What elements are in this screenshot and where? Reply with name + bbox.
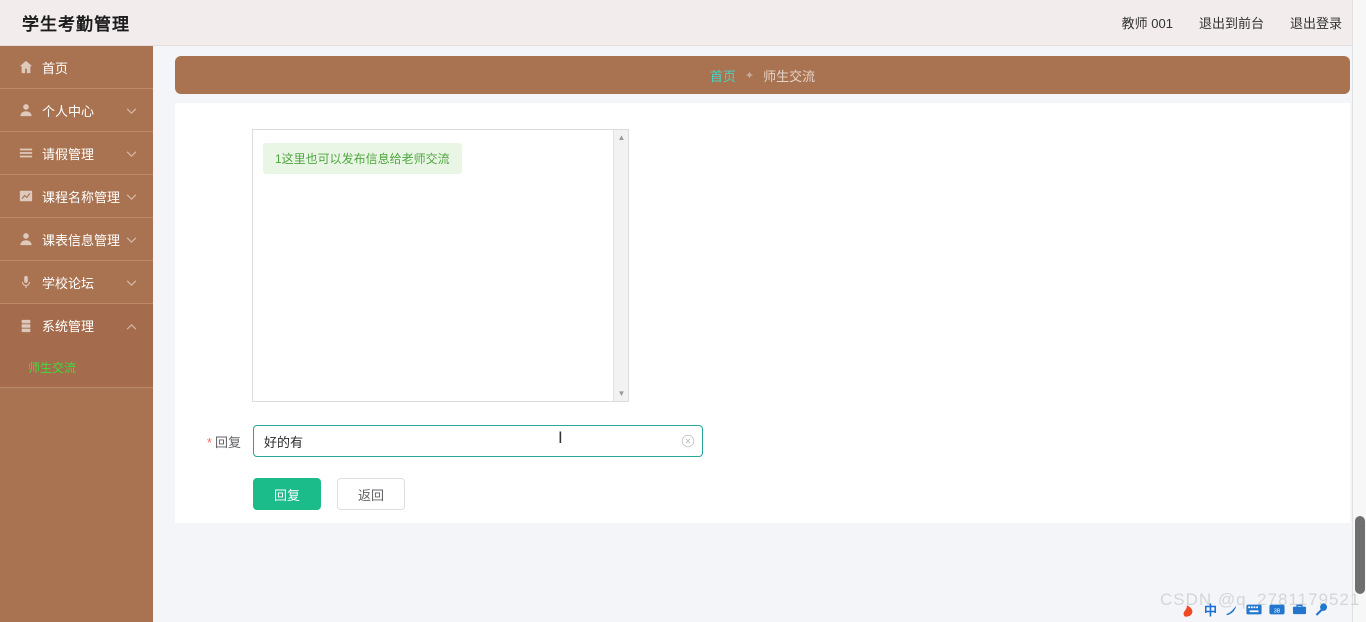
chevron-down-icon [126, 189, 137, 204]
ime-pen-icon[interactable] [1224, 602, 1239, 617]
home-icon [18, 60, 33, 75]
user-icon [18, 232, 33, 247]
back-button[interactable]: 返回 [337, 478, 406, 510]
scroll-down-arrow-icon[interactable]: ▼ [614, 386, 629, 401]
sidebar-subitem-label: 师生交流 [28, 360, 77, 375]
message-panel-scrollbar[interactable]: ▲ ▼ [613, 130, 628, 401]
ime-emoji-icon[interactable]: 3B [1269, 603, 1285, 616]
ime-keyboard-icon[interactable] [1246, 603, 1262, 616]
sidebar-item-label: 首页 [42, 60, 69, 76]
sidebar-item-label: 个人中心 [42, 103, 95, 119]
sidebar-item-personal-center[interactable]: 个人中心 [0, 89, 153, 132]
reply-input-wrapper: I [253, 425, 703, 457]
sidebar-item-course-name-management[interactable]: 课程名称管理 [0, 175, 153, 218]
header-actions: 教师 001 退出到前台 退出登录 [1122, 13, 1342, 32]
chevron-down-icon [126, 275, 137, 290]
ime-toolbox-icon[interactable] [1292, 602, 1307, 616]
list-icon [18, 146, 33, 161]
current-user-label: 教师 001 [1121, 16, 1173, 31]
sidebar-item-label: 系统管理 [42, 319, 95, 334]
ime-logo-icon[interactable] [1180, 601, 1197, 618]
sidebar-item-home[interactable]: 首页 [0, 46, 153, 89]
sidebar-item-label: 课表信息管理 [42, 232, 121, 248]
required-asterisk: * [206, 434, 212, 450]
reply-field-label: * 回复 [175, 432, 253, 451]
sidebar-item-label: 课程名称管理 [42, 189, 121, 205]
breadcrumb-separator-icon: ✦ [744, 69, 755, 82]
scroll-up-arrow-icon[interactable]: ▲ [614, 130, 629, 145]
server-icon [18, 318, 33, 333]
page-scrollbar[interactable] [1352, 0, 1366, 622]
user-icon [18, 103, 33, 118]
sidebar-item-schedule-info-management[interactable]: 课表信息管理 [0, 218, 153, 261]
breadcrumb-home-link[interactable]: 首页 [710, 66, 736, 85]
sidebar-item-school-forum[interactable]: 学校论坛 [0, 261, 153, 304]
chevron-down-icon [126, 232, 137, 247]
reply-submit-button[interactable]: 回复 [253, 478, 322, 510]
clear-input-icon[interactable] [681, 434, 695, 448]
message-panel: 1这里也可以发布信息给老师交流 ▲ ▼ [252, 129, 629, 402]
top-header: 学生考勤管理 教师 001 退出到前台 退出登录 [0, 0, 1366, 46]
sidebar-item-label: 学校论坛 [42, 275, 95, 291]
app-title: 学生考勤管理 [22, 15, 130, 34]
page-scrollbar-thumb[interactable] [1355, 516, 1365, 594]
ime-toolbar[interactable]: 中 3B [1180, 598, 1329, 620]
main-content: 首页 ✦ 师生交流 1这里也可以发布信息给老师交流 ▲ ▼ *回复 I [153, 46, 1358, 622]
reply-label-text: 回复 [214, 434, 241, 450]
sidebar-group-system-management: 系统管理 师生交流 [0, 304, 153, 388]
sidebar-item-system-management[interactable]: 系统管理 [0, 304, 153, 347]
ime-language-toggle[interactable]: 中 [1204, 600, 1217, 619]
sidebar-item-leave-management[interactable]: 请假管理 [0, 132, 153, 175]
breadcrumb: 首页 ✦ 师生交流 [175, 56, 1350, 94]
chart-icon [18, 189, 33, 204]
exit-to-frontend-link[interactable]: 退出到前台 [1199, 13, 1264, 32]
message-bubble: 1这里也可以发布信息给老师交流 [263, 143, 462, 174]
ime-wrench-icon[interactable] [1314, 602, 1329, 617]
breadcrumb-current: 师生交流 [763, 68, 816, 84]
form-actions: 回复 返回 [253, 478, 406, 510]
sidebar-subitem-teacher-student-exchange[interactable]: 师生交流 [0, 347, 153, 387]
chevron-up-icon [126, 318, 137, 333]
sidebar: 首页 个人中心 请假管理 课程名称管理 课表信息管理 学校论坛 系统管理 师生交… [0, 46, 153, 622]
content-card: 1这里也可以发布信息给老师交流 ▲ ▼ *回复 I [175, 103, 1350, 523]
logout-link[interactable]: 退出登录 [1290, 13, 1342, 32]
reply-form-row: *回复 I [175, 425, 1350, 457]
reply-input[interactable] [253, 425, 703, 457]
svg-text:3B: 3B [1274, 608, 1281, 614]
chevron-down-icon [126, 103, 137, 118]
chevron-down-icon [126, 146, 137, 161]
sidebar-item-label: 请假管理 [42, 146, 95, 162]
microphone-icon [18, 275, 33, 290]
